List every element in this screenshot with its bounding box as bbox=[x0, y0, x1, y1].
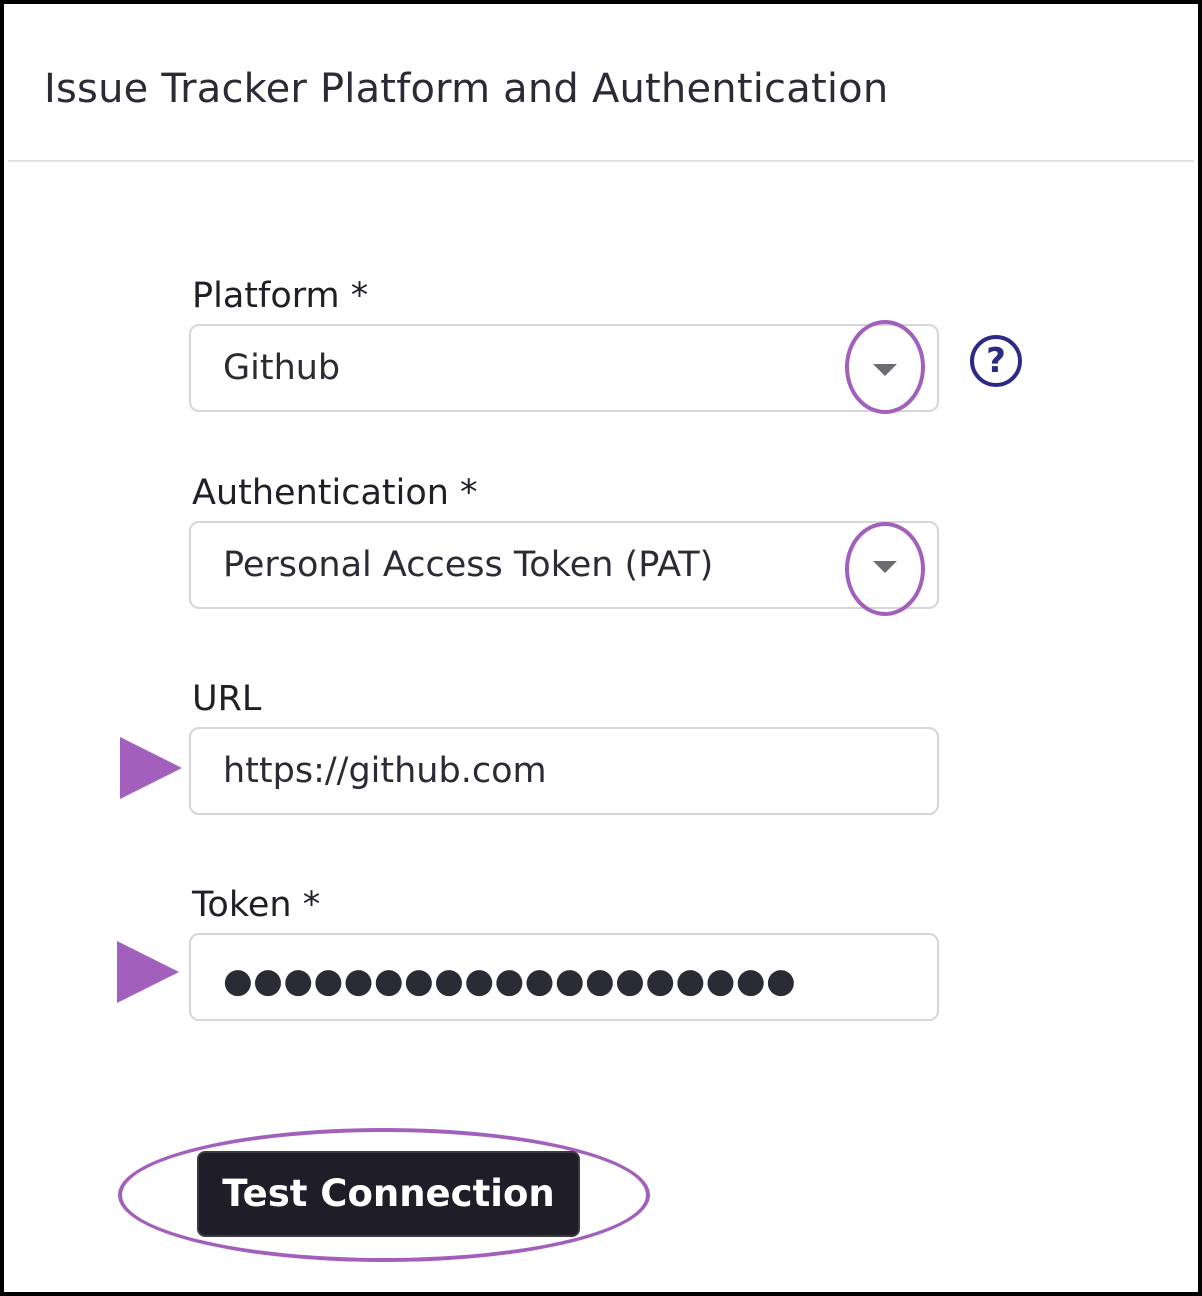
url-input-value: https://github.com bbox=[223, 751, 547, 791]
authentication-select[interactable]: Personal Access Token (PAT) bbox=[189, 521, 939, 609]
annotation-circle-authentication-dropdown bbox=[845, 522, 925, 616]
annotation-arrow-icon bbox=[117, 941, 179, 1003]
annotation-circle-platform-dropdown bbox=[845, 320, 925, 414]
url-input[interactable]: https://github.com bbox=[189, 727, 939, 815]
platform-select[interactable]: Github bbox=[189, 324, 939, 412]
authentication-label: Authentication * bbox=[192, 473, 478, 513]
dialog-header: Issue Tracker Platform and Authenticatio… bbox=[8, 8, 1194, 162]
test-connection-button[interactable]: Test Connection bbox=[197, 1151, 580, 1237]
authentication-select-value: Personal Access Token (PAT) bbox=[223, 545, 714, 585]
annotation-arrow-icon bbox=[120, 737, 182, 799]
url-label: URL bbox=[192, 679, 262, 719]
token-input[interactable]: ●●●●●●●●●●●●●●●●●●● bbox=[189, 933, 939, 1021]
dialog-frame: Issue Tracker Platform and Authenticatio… bbox=[0, 0, 1202, 1296]
platform-label: Platform * bbox=[192, 276, 369, 316]
help-icon[interactable]: ? bbox=[970, 335, 1022, 387]
token-label: Token * bbox=[192, 885, 321, 925]
page-title: Issue Tracker Platform and Authenticatio… bbox=[44, 66, 889, 112]
token-masked-value: ●●●●●●●●●●●●●●●●●●● bbox=[223, 961, 797, 1001]
platform-select-value: Github bbox=[223, 348, 341, 388]
